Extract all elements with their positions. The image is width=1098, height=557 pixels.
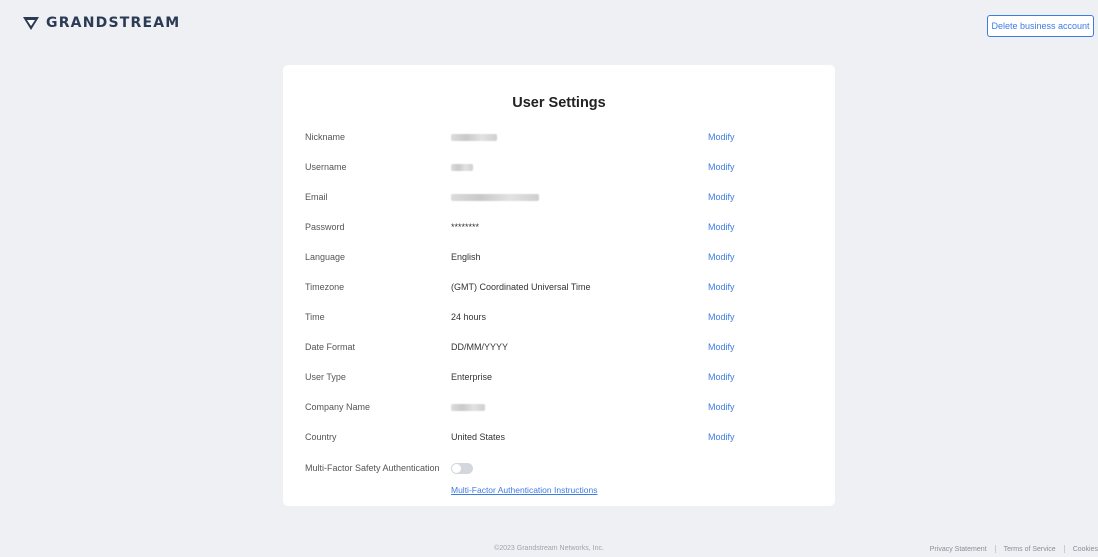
delete-business-account-button[interactable]: Delete business account <box>987 15 1094 37</box>
modify-nickname-link[interactable]: Modify <box>708 127 735 147</box>
settings-row-mfa: Multi-Factor Safety Authentication <box>283 458 835 478</box>
row-label: Timezone <box>305 282 345 292</box>
cookies-link[interactable]: Cookies <box>1073 546 1098 553</box>
row-value: United States <box>451 432 506 442</box>
modify-password-link[interactable]: Modify <box>708 217 735 237</box>
row-value: ******** <box>451 222 480 232</box>
settings-row-timezone: Timezone (GMT) Coordinated Universal Tim… <box>283 277 835 297</box>
settings-row-user-type: User Type Enterprise Modify <box>283 367 835 387</box>
mfa-instructions-link[interactable]: Multi-Factor Authentication Instructions <box>451 485 597 495</box>
modify-date-format-link[interactable]: Modify <box>708 337 735 357</box>
page-title: User Settings <box>512 95 606 111</box>
page: GRANDSTREAM Delete business account User… <box>0 0 1098 557</box>
modify-email-link[interactable]: Modify <box>708 187 735 207</box>
row-label: Email <box>305 192 328 202</box>
terms-of-service-link[interactable]: Terms of Service <box>1004 546 1056 553</box>
mfa-toggle[interactable] <box>451 463 473 474</box>
row-value: 24 hours <box>451 312 487 322</box>
row-value-redacted <box>451 397 485 417</box>
row-label: Multi-Factor Safety Authentication <box>305 463 440 473</box>
row-value: DD/MM/YYYY <box>451 342 509 352</box>
row-value: (GMT) Coordinated Universal Time <box>451 282 591 292</box>
settings-row-language: Language English Modify <box>283 247 835 267</box>
row-label: Country <box>305 432 337 442</box>
modify-username-link[interactable]: Modify <box>708 157 735 177</box>
grandstream-logo-icon <box>23 17 39 30</box>
settings-row-company-name: Company Name Modify <box>283 397 835 417</box>
row-value: Enterprise <box>451 372 493 382</box>
logo-text: GRANDSTREAM <box>46 15 181 31</box>
row-label: Nickname <box>305 132 346 142</box>
modify-language-link[interactable]: Modify <box>708 247 735 267</box>
row-label: Password <box>305 222 345 232</box>
row-value-redacted <box>451 157 473 177</box>
footer-links: Privacy Statement Terms of Service Cooki… <box>930 545 1098 553</box>
row-label: Language <box>305 252 346 262</box>
divider <box>994 545 996 553</box>
settings-row-password: Password ******** Modify <box>283 217 835 237</box>
toggle-knob <box>452 464 461 473</box>
settings-row-nickname: Nickname Modify <box>283 127 835 147</box>
modify-timezone-link[interactable]: Modify <box>708 277 735 297</box>
row-label: Time <box>305 312 325 322</box>
logo[interactable]: GRANDSTREAM <box>22 15 180 31</box>
divider <box>1063 545 1065 553</box>
row-label: Date Format <box>305 342 356 352</box>
settings-row-date-format: Date Format DD/MM/YYYY Modify <box>283 337 835 357</box>
modify-country-link[interactable]: Modify <box>708 427 735 447</box>
privacy-statement-link[interactable]: Privacy Statement <box>930 546 987 553</box>
row-label: User Type <box>305 372 346 382</box>
row-value-redacted <box>451 187 539 207</box>
row-label: Company Name <box>305 402 371 412</box>
settings-row-country: Country United States Modify <box>283 427 835 447</box>
settings-row-time: Time 24 hours Modify <box>283 307 835 327</box>
settings-row-username: Username Modify <box>283 157 835 177</box>
row-value: English <box>451 252 481 262</box>
modify-company-name-link[interactable]: Modify <box>708 397 735 417</box>
modify-time-link[interactable]: Modify <box>708 307 735 327</box>
modify-user-type-link[interactable]: Modify <box>708 367 735 387</box>
user-settings-card: User Settings Nickname Modify Username M… <box>283 65 835 506</box>
settings-row-email: Email Modify <box>283 187 835 207</box>
row-value-redacted <box>451 127 497 147</box>
row-label: Username <box>305 162 347 172</box>
